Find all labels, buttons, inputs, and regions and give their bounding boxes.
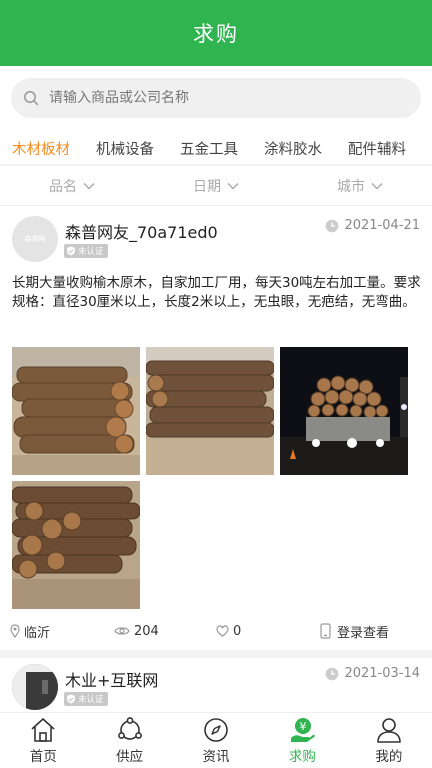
filter-label: 城市 <box>337 178 365 195</box>
tabbar-label: 我的 <box>375 749 403 765</box>
compass-icon <box>204 718 228 742</box>
filter-bar: 品名 日期 城市 <box>0 166 432 206</box>
filter-label: 品名 <box>49 178 77 195</box>
page-title: 求购 <box>193 22 239 46</box>
phone-icon <box>320 623 331 639</box>
purchase-post-card[interactable]: 木业+互联网 未认证 2021-03-14 <box>0 658 432 712</box>
tab-hardware-tools[interactable]: 五金工具 <box>180 128 238 164</box>
tabbar-profile[interactable]: 我的 <box>346 713 432 768</box>
svg-text:¥: ¥ <box>300 720 307 733</box>
post-username: 森普网友_70a71ed0 <box>65 223 218 242</box>
login-to-view-label: 登录查看 <box>337 625 390 641</box>
filter-date[interactable]: 日期 <box>144 166 288 205</box>
date-text: 2021-04-21 <box>344 218 420 233</box>
tab-accessories[interactable]: 配件辅料 <box>348 128 406 164</box>
chevron-down-icon <box>83 182 95 189</box>
category-tabs: 木材板材 机械设备 五金工具 涂料胶水 配件辅料 <box>0 128 432 166</box>
profile-icon <box>377 718 401 743</box>
avatar-logo-text: 森普网 <box>24 235 46 243</box>
tab-wood-board[interactable]: 木材板材 <box>12 128 70 164</box>
post-views: 204 <box>114 618 159 644</box>
chevron-down-icon <box>227 182 239 189</box>
post-likes[interactable]: 0 <box>216 618 241 644</box>
location-pin-icon <box>10 624 20 638</box>
location-text: 临沂 <box>24 625 51 641</box>
filter-city[interactable]: 城市 <box>288 166 432 205</box>
tabbar-supply[interactable]: 供应 <box>86 713 172 768</box>
heart-icon <box>216 625 229 637</box>
tabbar-label: 资讯 <box>202 749 230 765</box>
tabbar-news[interactable]: 资讯 <box>173 713 259 768</box>
tabbar-purchase[interactable]: ¥ 求购 <box>259 713 345 768</box>
purchase-icon: ¥ <box>291 718 316 742</box>
post-photo-logs[interactable] <box>146 347 274 475</box>
post-username: 木业+互联网 <box>65 671 159 690</box>
clock-icon <box>326 667 339 680</box>
avatar[interactable] <box>12 664 58 710</box>
shield-icon <box>67 246 75 256</box>
shield-icon <box>67 694 75 704</box>
post-date: 2021-04-21 <box>325 218 420 233</box>
tab-paint-glue[interactable]: 涂料胶水 <box>264 128 322 164</box>
verification-badge: 未认证 <box>64 692 108 706</box>
post-description: 长期大量收购榆木原木，自家加工厂用，每天30吨左右加工量。要求规格：直径30厘米… <box>12 275 421 310</box>
post-photo-logs[interactable] <box>12 481 140 609</box>
search-bar <box>0 66 432 128</box>
clock-icon <box>326 219 339 232</box>
supply-icon <box>117 717 142 740</box>
tabbar-label: 求购 <box>288 749 316 765</box>
avatar[interactable]: 森普网 <box>12 216 58 262</box>
tab-machinery[interactable]: 机械设备 <box>96 128 154 164</box>
post-photo-truck[interactable] <box>280 347 408 475</box>
tabbar-label: 首页 <box>29 749 57 765</box>
app-header: 求购 <box>0 0 432 66</box>
post-location: 临沂 <box>10 618 50 644</box>
badge-label: 未认证 <box>78 247 104 257</box>
likes-count: 0 <box>233 623 242 639</box>
eye-icon <box>114 627 130 635</box>
filter-product-name[interactable]: 品名 <box>0 166 144 205</box>
chevron-down-icon <box>371 182 383 189</box>
purchase-post-card[interactable]: 森普网 森普网友_70a71ed0 未认证 2021-04-21 长期大量收购榆… <box>0 206 432 650</box>
search-icon <box>24 91 39 106</box>
search-box[interactable] <box>11 78 421 118</box>
tabbar-home[interactable]: 首页 <box>0 713 86 768</box>
verification-badge: 未认证 <box>64 244 108 258</box>
post-date: 2021-03-14 <box>325 666 420 681</box>
badge-label: 未认证 <box>78 695 104 705</box>
post-photo-logs[interactable] <box>12 347 140 475</box>
login-to-view-button[interactable]: 登录查看 <box>320 618 389 644</box>
section-divider <box>0 650 432 658</box>
tabbar-label: 供应 <box>116 749 144 765</box>
home-icon <box>31 718 55 742</box>
search-input[interactable] <box>49 90 389 106</box>
filter-label: 日期 <box>193 178 221 195</box>
post-stats: 临沂 204 0 登录查看 <box>0 618 432 644</box>
bottom-tab-bar: 首页 供应 资讯 ¥ 求购 我的 <box>0 712 432 768</box>
views-count: 204 <box>134 623 159 639</box>
date-text: 2021-03-14 <box>344 666 420 681</box>
